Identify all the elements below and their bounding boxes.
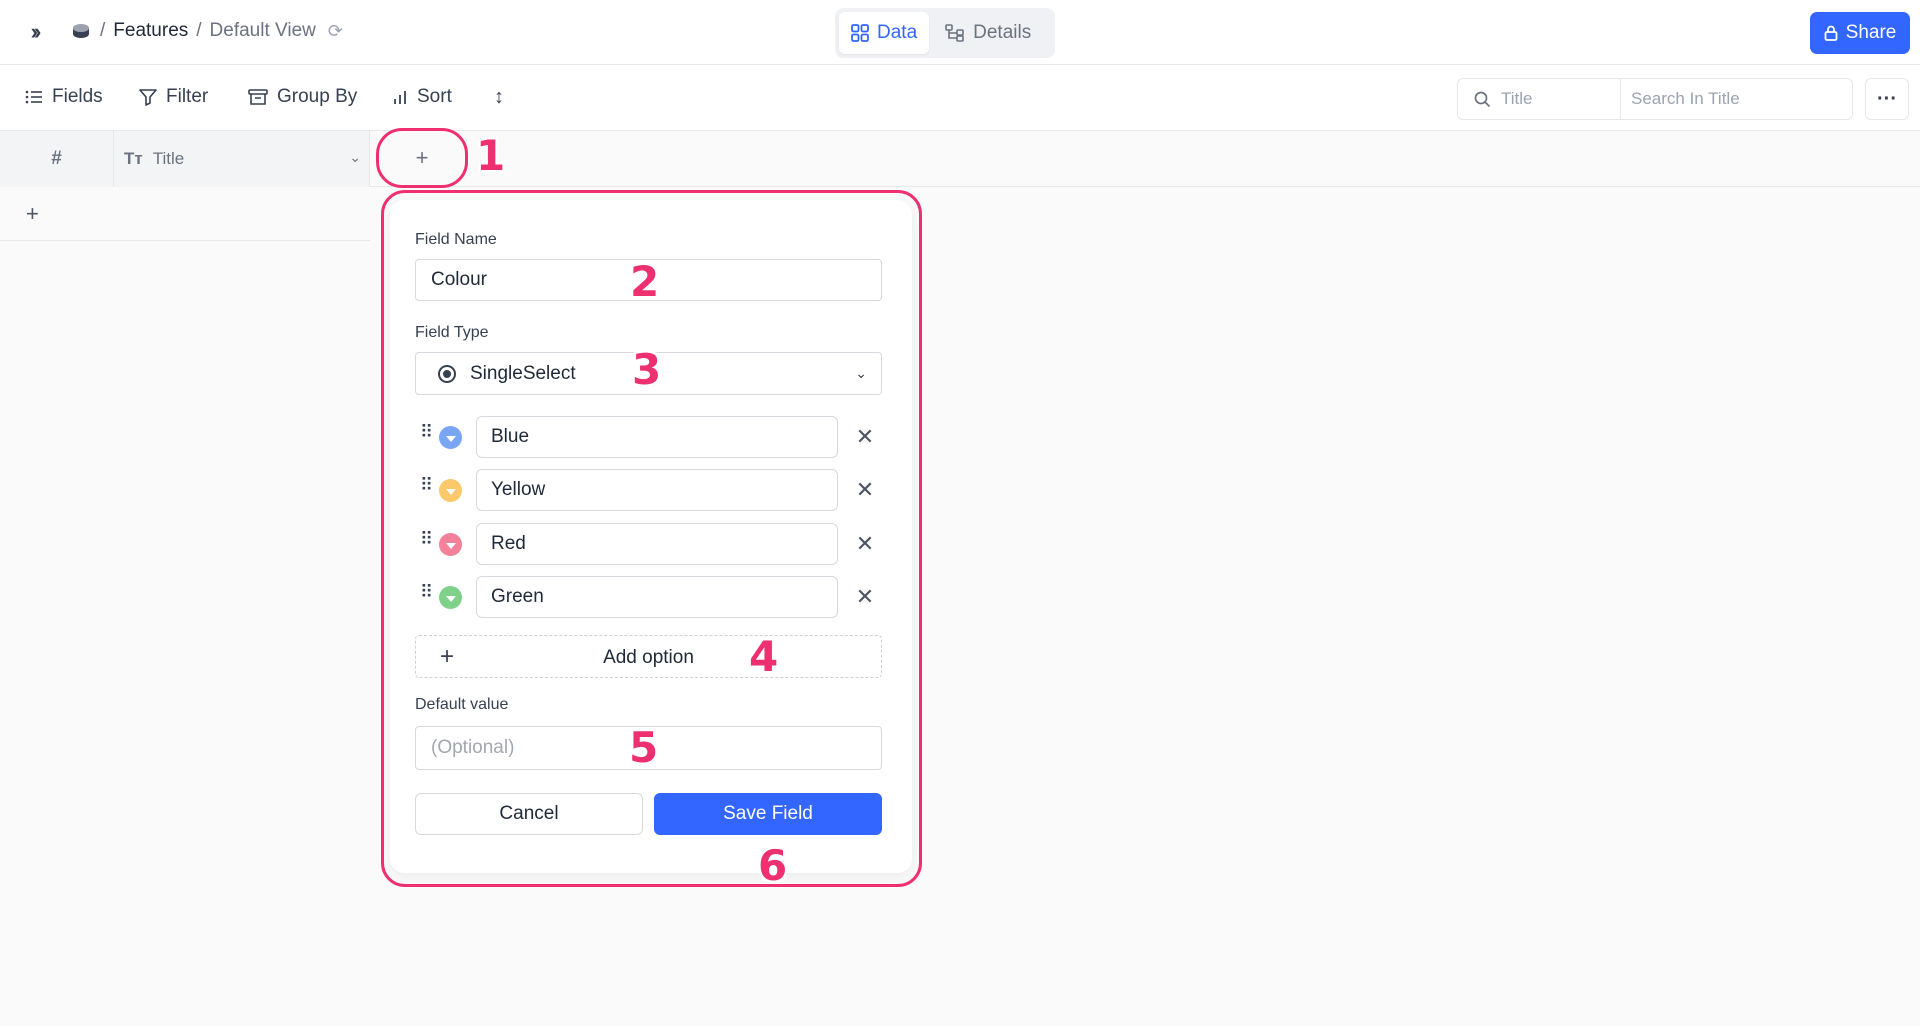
lock-icon — [1824, 25, 1838, 41]
breadcrumb-separator: / — [196, 20, 202, 41]
more-icon: ··· — [1877, 87, 1897, 110]
drag-handle-icon[interactable]: ⠿ — [420, 583, 433, 601]
row-height-icon[interactable]: ↕ — [494, 86, 504, 109]
group-by-button[interactable]: Group By — [248, 86, 357, 108]
add-column-button[interactable]: + — [376, 128, 468, 188]
tab-details[interactable]: Details — [933, 12, 1043, 54]
option-color-swatch[interactable] — [439, 426, 462, 449]
list-icon — [25, 90, 42, 104]
option-input[interactable] — [476, 469, 838, 511]
option-row: ⠿ ✕ — [415, 416, 895, 458]
remove-option-icon[interactable]: ✕ — [852, 584, 878, 610]
annotation-number: 5 — [629, 723, 659, 772]
drag-handle-icon[interactable]: ⠿ — [420, 530, 433, 548]
option-row: ⠿ ✕ — [415, 469, 895, 511]
breadcrumb: / Features / Default View ⟳ — [70, 20, 343, 42]
fields-label: Fields — [52, 86, 103, 107]
breadcrumb-separator: / — [100, 20, 106, 41]
archive-icon — [248, 89, 268, 105]
search-box: Title — [1457, 78, 1853, 120]
view-tabs: Data Details — [835, 8, 1055, 58]
sort-label: Sort — [417, 86, 452, 107]
chevron-down-icon[interactable]: ⌄ — [349, 149, 361, 166]
option-color-swatch[interactable] — [439, 586, 462, 609]
tab-data-label: Data — [877, 22, 918, 43]
option-input[interactable] — [476, 576, 838, 618]
search-field-selector[interactable]: Title — [1458, 79, 1621, 119]
text-type-icon: Tт — [124, 149, 143, 168]
more-options-button[interactable]: ··· — [1865, 78, 1909, 120]
grid-icon — [851, 24, 869, 42]
filter-label: Filter — [166, 86, 209, 107]
option-color-swatch[interactable] — [439, 479, 462, 502]
fields-button[interactable]: Fields — [25, 86, 103, 108]
search-icon — [1474, 91, 1491, 107]
option-row: ⠿ ✕ — [415, 576, 895, 618]
add-option-button[interactable]: + Add option — [415, 635, 882, 678]
share-button[interactable]: Share — [1810, 12, 1910, 54]
annotation-number: 2 — [630, 257, 660, 306]
drag-handle-icon[interactable]: ⠿ — [420, 423, 433, 441]
remove-option-icon[interactable]: ✕ — [852, 531, 878, 557]
group-by-label: Group By — [277, 86, 358, 107]
annotation-number: 1 — [476, 131, 506, 180]
option-color-swatch[interactable] — [439, 533, 462, 556]
grid-header: # Tт Title ⌄ — [0, 131, 1920, 187]
option-row: ⠿ ✕ — [415, 523, 895, 565]
share-label: Share — [1845, 22, 1897, 43]
plus-icon: + — [26, 200, 39, 226]
annotation-number: 3 — [632, 345, 662, 394]
filter-icon — [139, 89, 157, 106]
plus-icon: + — [415, 145, 429, 170]
save-field-button[interactable]: Save Field — [654, 793, 882, 835]
drag-handle-icon[interactable]: ⠿ — [420, 476, 433, 494]
tab-details-label: Details — [973, 22, 1032, 43]
breadcrumb-project[interactable]: Features — [113, 20, 188, 42]
annotation-number: 4 — [749, 632, 779, 681]
default-value-label: Default value — [415, 696, 509, 713]
bar-chart-icon — [394, 91, 406, 104]
cancel-button[interactable]: Cancel — [415, 793, 643, 835]
row-number-header: # — [0, 131, 114, 187]
search-field-label: Title — [1501, 89, 1533, 108]
option-input[interactable] — [476, 523, 838, 565]
filter-button[interactable]: Filter — [139, 86, 208, 108]
toolbar: Fields Filter Group By Sort ↕ Title Sear… — [0, 65, 1920, 131]
remove-option-icon[interactable]: ✕ — [852, 477, 878, 503]
reload-icon[interactable]: ⟳ — [328, 21, 343, 42]
base-logo-icon — [73, 24, 89, 38]
expand-sidebar-icon[interactable]: ›› — [22, 18, 46, 46]
add-row-button[interactable]: + — [0, 187, 370, 241]
top-bar: ›› / Features / Default View ⟳ Data Deta… — [0, 0, 1920, 65]
field-name-label: Field Name — [415, 231, 497, 248]
remove-option-icon[interactable]: ✕ — [852, 424, 878, 450]
sort-button[interactable]: Sort — [392, 86, 452, 108]
title-column-header[interactable]: Tт Title ⌄ — [114, 131, 370, 187]
tab-data[interactable]: Data — [839, 12, 930, 54]
schema-icon — [945, 24, 964, 42]
add-option-label: Add option — [603, 647, 694, 668]
breadcrumb-view[interactable]: Default View — [210, 20, 316, 42]
option-input[interactable] — [476, 416, 838, 458]
single-select-icon — [438, 364, 456, 383]
search-input[interactable] — [1621, 79, 1852, 119]
title-column-label: Title — [152, 149, 185, 168]
annotation-number: 6 — [758, 841, 788, 890]
field-type-label: Field Type — [415, 324, 489, 341]
chevron-down-icon: ⌄ — [855, 365, 867, 381]
field-type-value: SingleSelect — [470, 362, 576, 384]
